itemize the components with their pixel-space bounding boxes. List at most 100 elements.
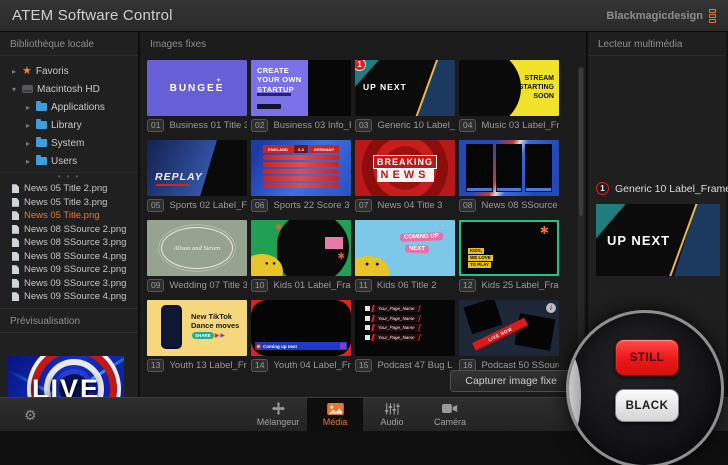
still-thumbnail[interactable]: LIVE NOW i bbox=[459, 300, 559, 356]
phone-graphic bbox=[161, 305, 182, 349]
media-image-icon bbox=[327, 403, 344, 415]
still-thumbnail[interactable] bbox=[459, 140, 559, 196]
still-thumbnail[interactable]: STREAM STARTING SOON bbox=[459, 60, 559, 116]
current-media-label: Generic 10 Label_Frame 3 bbox=[615, 183, 728, 195]
hard-drive-icon bbox=[22, 85, 33, 93]
panel-splitter-handle[interactable]: • • • bbox=[0, 172, 138, 180]
still-thumbnail[interactable]: BUNGEE ✦ bbox=[147, 60, 247, 116]
chevron-right-icon: ▸ bbox=[24, 103, 32, 112]
app-title: ATEM Software Control bbox=[12, 7, 173, 24]
still-cell-13[interactable]: New TikTok Dance moves SHARE ▶▶ 13Youth … bbox=[147, 300, 247, 372]
library-header: Bibliothèque locale bbox=[0, 32, 138, 56]
file-item[interactable]: News 09 SSource 3.png bbox=[0, 277, 138, 291]
file-icon bbox=[12, 279, 19, 288]
page-tabs: Mélangeur Média Audio Caméra bbox=[249, 398, 479, 431]
chevron-right-icon: ▸ bbox=[24, 139, 32, 148]
still-cell-12-selected[interactable]: ✱ KIDS, WE LOVE TO PLAY 12Kids 25 Label_… bbox=[459, 220, 559, 292]
still-cell-05[interactable]: REPLAY 05Sports 02 Label_Fra... bbox=[147, 140, 247, 212]
tree-label: Favoris bbox=[36, 66, 69, 77]
stills-header: Images fixes bbox=[140, 32, 586, 55]
brand: Blackmagicdesign bbox=[606, 9, 716, 23]
still-thumbnail[interactable]: ENGLAND 0-3 GERMANY bbox=[251, 140, 351, 196]
current-media-row: 1 Generic 10 Label_Frame 3 bbox=[596, 182, 720, 195]
still-label: Business 01 Title 3 bbox=[169, 120, 247, 131]
still-cell-07[interactable]: BREAKING NEWS 07News 04 Title 3 bbox=[355, 140, 455, 212]
tree-label: System bbox=[51, 138, 84, 149]
still-thumbnail[interactable]: BREAKING NEWS bbox=[355, 140, 455, 196]
star-doodle-icon: ✱ bbox=[540, 224, 549, 237]
tree-label: Users bbox=[51, 156, 77, 167]
file-icon bbox=[12, 292, 19, 301]
blackmagic-logo-icon bbox=[709, 9, 716, 23]
still-cell-08[interactable]: 08News 08 SSource 4 bbox=[459, 140, 559, 212]
preview-header: Prévisualisation bbox=[0, 308, 138, 333]
tab-media-active[interactable]: Média bbox=[307, 398, 363, 431]
still-cell-16[interactable]: LIVE NOW i 16Podcast 50 SSource 4 bbox=[459, 300, 559, 372]
chevron-right-icon: ▸ bbox=[24, 121, 32, 130]
still-thumbnail-selected[interactable]: ✱ KIDS, WE LOVE TO PLAY bbox=[459, 220, 559, 276]
still-thumbnail[interactable]: CREATE YOUR OWN STARTUP bbox=[251, 60, 351, 116]
still-button[interactable]: STILL bbox=[615, 339, 679, 376]
still-cell-02[interactable]: CREATE YOUR OWN STARTUP 02Business 03 In… bbox=[251, 60, 351, 132]
still-thumbnail[interactable]: Coming up next bbox=[251, 300, 351, 356]
tree-item-library[interactable]: ▸ Library bbox=[0, 116, 138, 134]
still-thumbnail[interactable]: ✱ ✱ ● ● bbox=[251, 220, 351, 276]
still-thumbnail[interactable]: New TikTok Dance moves SHARE ▶▶ bbox=[147, 300, 247, 356]
chevron-right-icon: ▸ bbox=[10, 67, 18, 76]
file-item[interactable]: News 05 Title 3.png bbox=[0, 196, 138, 210]
file-icon bbox=[12, 211, 19, 220]
still-thumbnail[interactable]: REPLAY bbox=[147, 140, 247, 196]
tree-item-macintosh-hd[interactable]: ▾ Macintosh HD bbox=[0, 80, 138, 98]
tree-item-users[interactable]: ▸ Users bbox=[0, 152, 138, 170]
tree-item-favoris[interactable]: ▸ ★ Favoris bbox=[0, 62, 138, 80]
tab-audio[interactable]: Audio bbox=[363, 398, 421, 431]
file-item[interactable]: News 08 SSource 4.png bbox=[0, 250, 138, 264]
star-icon: ★ bbox=[22, 66, 32, 76]
file-item[interactable]: News 05 Title 2.png bbox=[0, 182, 138, 196]
tree-label: Library bbox=[51, 120, 82, 131]
still-cell-01[interactable]: BUNGEE ✦ 01 Business 01 Title 3 bbox=[147, 60, 247, 132]
media-player-header: Lecteur multimédia bbox=[588, 32, 726, 56]
brand-name: Blackmagicdesign bbox=[606, 10, 703, 22]
zoom-callout-circle: STILL BLACK bbox=[566, 310, 724, 465]
capture-still-button[interactable]: Capturer image fixe bbox=[450, 370, 572, 392]
still-thumbnail[interactable]: Your_Page_Name Your_Page_Name Your_Page_… bbox=[355, 300, 455, 356]
file-item[interactable]: News 08 SSource 3.png bbox=[0, 236, 138, 250]
media-library-sidebar: Bibliothèque locale ▸ ★ Favoris ▾ Macint… bbox=[0, 32, 140, 397]
star-doodle-icon: ✱ bbox=[275, 222, 283, 233]
black-button[interactable]: BLACK bbox=[615, 389, 679, 422]
file-icon bbox=[12, 198, 19, 207]
settings-gear-icon[interactable]: ⚙ bbox=[24, 407, 37, 424]
file-icon bbox=[12, 265, 19, 274]
still-cell-11[interactable]: · · · COMING UP NEXT ● ● 11Kids 06 Title… bbox=[355, 220, 455, 292]
file-list: News 05 Title 2.png News 05 Title 3.png … bbox=[0, 180, 138, 306]
still-cell-14[interactable]: Coming up next 14Youth 04 Label_Fra... bbox=[251, 300, 351, 372]
still-cell-15[interactable]: Your_Page_Name Your_Page_Name Your_Page_… bbox=[355, 300, 455, 372]
camera-icon bbox=[442, 403, 458, 415]
still-thumbnail[interactable]: 1 UP NEXT bbox=[355, 60, 455, 116]
tree-item-system[interactable]: ▸ System bbox=[0, 134, 138, 152]
still-cell-03[interactable]: 1 UP NEXT 03Generic 10 Label_Fr... bbox=[355, 60, 455, 132]
magnified-button-edge bbox=[566, 353, 581, 439]
file-icon bbox=[12, 225, 19, 234]
star-doodle-icon: ✱ bbox=[337, 251, 345, 262]
tree-item-applications[interactable]: ▸ Applications bbox=[0, 98, 138, 116]
still-number: 01 bbox=[147, 119, 164, 132]
file-item[interactable]: News 08 SSource 2.png bbox=[0, 223, 138, 237]
audio-fader-icon bbox=[385, 403, 400, 415]
file-item-selected[interactable]: News 05 Title.png bbox=[0, 209, 138, 223]
stills-pool: Images fixes BUNGEE ✦ 01 Business 01 Titl… bbox=[140, 32, 586, 397]
still-cell-04[interactable]: STREAM STARTING SOON 04Music 03 Label_Fr… bbox=[459, 60, 559, 132]
media-player-badge: 1 bbox=[596, 182, 609, 195]
tab-melangeur[interactable]: Mélangeur bbox=[249, 398, 307, 431]
file-item[interactable]: News 09 SSource 4.png bbox=[0, 290, 138, 304]
still-thumbnail[interactable]: Alison and Steven bbox=[147, 220, 247, 276]
still-cell-06[interactable]: ENGLAND 0-3 GERMANY 06Sports 22 Score 3 bbox=[251, 140, 351, 212]
file-item[interactable]: News 09 SSource 2.png bbox=[0, 263, 138, 277]
still-cell-10[interactable]: ✱ ✱ ● ● 10Kids 01 Label_Frame 2 bbox=[251, 220, 351, 292]
tab-camera[interactable]: Caméra bbox=[421, 398, 479, 431]
stills-grid: BUNGEE ✦ 01 Business 01 Title 3 CREATE YO… bbox=[140, 55, 586, 372]
info-icon[interactable]: i bbox=[546, 303, 556, 313]
still-cell-09[interactable]: Alison and Steven 09Wedding 07 Title 3 bbox=[147, 220, 247, 292]
still-thumbnail[interactable]: · · · COMING UP NEXT ● ● bbox=[355, 220, 455, 276]
